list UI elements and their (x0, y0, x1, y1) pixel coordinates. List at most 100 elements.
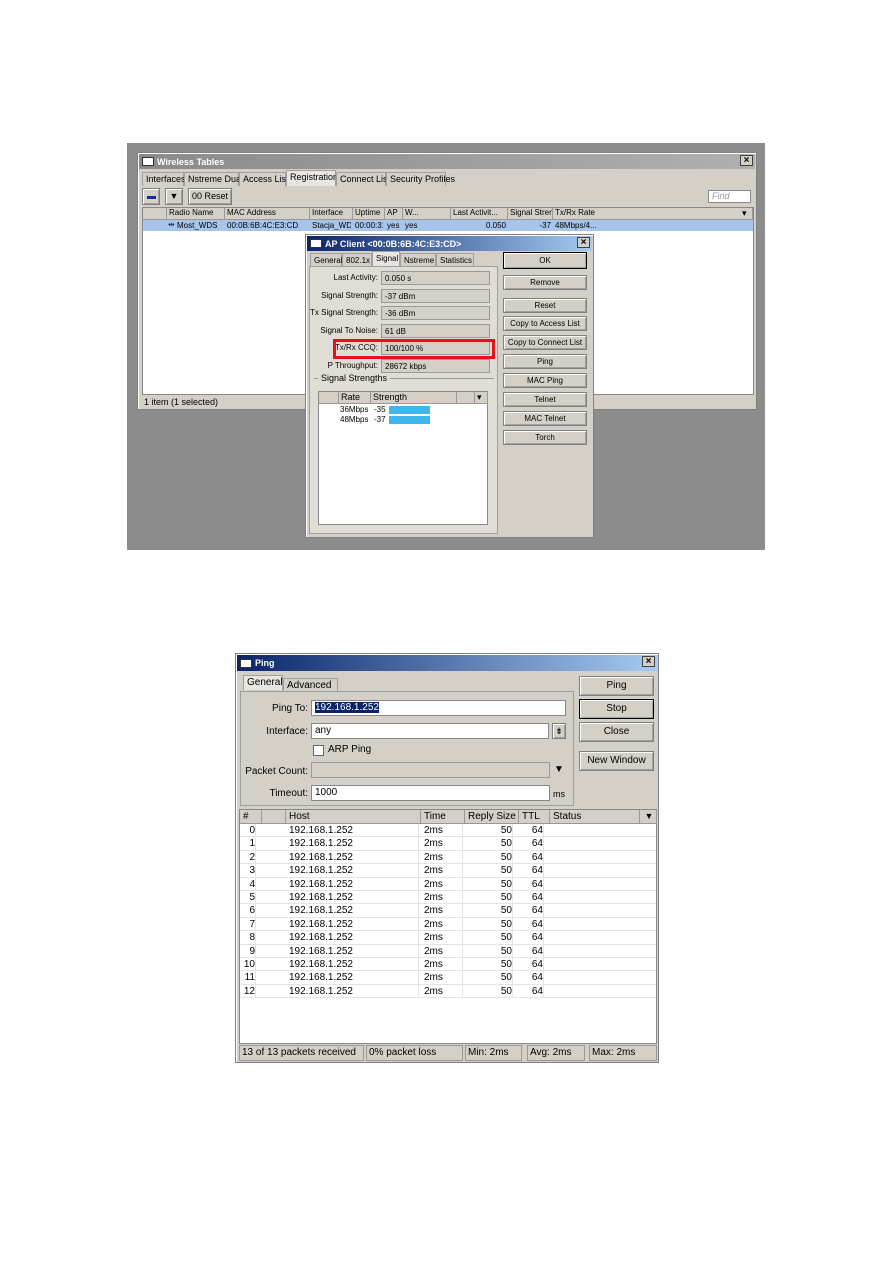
table-cell: 50 (468, 837, 513, 851)
tab-statistics[interactable]: Statistics (436, 253, 474, 267)
close-button[interactable]: × (642, 656, 655, 667)
column-menu[interactable]: ▾ (740, 208, 753, 220)
mac-telnet-button[interactable]: MAC Telnet (503, 411, 587, 426)
column-header[interactable]: Interface (310, 208, 353, 220)
table-row[interactable]: 0 192.168.1.252 2ms 50 64 (240, 824, 656, 838)
table-row[interactable]: 6 192.168.1.252 2ms 50 64 (240, 904, 656, 918)
table-cell: 50 (468, 917, 513, 931)
find-input[interactable]: Find (708, 190, 751, 203)
copy-to-connect-list-button[interactable]: Copy to Connect List (503, 335, 587, 350)
tab-general[interactable]: General (243, 675, 283, 690)
ping-results-table: # Host Time Reply Size TTL Status ▼ 0 192.168.1… (239, 809, 657, 1044)
table-cell: 50 (468, 891, 513, 904)
column-header[interactable]: Host (286, 810, 421, 824)
table-cell: 64 (522, 824, 544, 837)
column-header[interactable]: MAC Address (225, 208, 310, 220)
column-header[interactable]: Uptime (353, 208, 385, 220)
table-cell: 1 (243, 837, 256, 851)
packet-count-dropdown-icon[interactable]: ▼ (554, 764, 564, 775)
column-header[interactable]: Status (550, 810, 640, 824)
tab-access-list[interactable]: Access List (239, 172, 289, 186)
column-menu[interactable]: ▼ (640, 810, 657, 824)
table-row[interactable]: 4 192.168.1.252 2ms 50 64 (240, 877, 656, 891)
copy-to-access-list-button[interactable]: Copy to Access List (503, 316, 587, 331)
field-value: -36 dBm (381, 306, 490, 321)
new-window-button[interactable]: New Window (579, 751, 654, 771)
packet-count-input[interactable] (311, 762, 550, 778)
tab-nstreme-dual[interactable]: Nstreme Dual (184, 172, 243, 186)
table-row[interactable]: 11 192.168.1.252 2ms 50 64 (240, 971, 656, 985)
remove-button[interactable] (142, 188, 160, 205)
tab-signal[interactable]: Signal (372, 251, 400, 267)
field-label: Signal Strength: (321, 290, 378, 300)
table-cell: 192.168.1.252 (289, 824, 419, 837)
tab-general[interactable]: General (310, 253, 342, 267)
interface-select[interactable]: any (311, 723, 549, 739)
arp-ping-checkbox[interactable] (313, 745, 324, 756)
tab-nstreme[interactable]: Nstreme (400, 253, 436, 267)
title-bar[interactable]: Wireless Tables (139, 154, 755, 169)
column-header[interactable]: Radio Name (167, 208, 225, 220)
column-header[interactable]: TTL (519, 810, 550, 824)
tab-802-1x[interactable]: 802.1x (342, 253, 372, 267)
tab-connect-list[interactable]: Connect List (336, 172, 390, 186)
table-cell: 50 (468, 931, 513, 945)
reset-button[interactable]: Reset (503, 298, 587, 313)
column-header[interactable] (457, 392, 475, 404)
ping-button[interactable]: Ping (579, 676, 654, 696)
ping-to-input[interactable]: 192.168.1.252 (311, 700, 566, 716)
title-bar[interactable]: AP Client <00:0B:6B:4C:E3:CD> (307, 236, 592, 251)
table-row[interactable]: 3 192.168.1.252 2ms 50 64 (240, 864, 656, 878)
telnet-button[interactable]: Telnet (503, 392, 587, 407)
table-cell: 192.168.1.252 (289, 971, 419, 985)
column-header[interactable]: AP (385, 208, 403, 220)
stop-button[interactable]: Stop (579, 699, 654, 719)
column-menu[interactable]: ▾ (475, 392, 488, 404)
table-cell: 64 (522, 877, 544, 891)
column-header[interactable]: Tx/Rx Rate (553, 208, 743, 220)
title-bar[interactable]: Ping (237, 655, 657, 671)
table-row[interactable]: Most_WDS 00:0B:6B:4C:E3:CD Stacja_WDS 00:00… (143, 220, 753, 231)
filter-button[interactable]: ▼ (165, 188, 183, 205)
table-row[interactable]: 9 192.168.1.252 2ms 50 64 (240, 944, 656, 958)
column-header-strength[interactable]: Strength (371, 392, 457, 404)
table-row[interactable]: 8 192.168.1.252 2ms 50 64 (240, 931, 656, 945)
tab-registration[interactable]: Registration (286, 170, 338, 186)
interface-dropdown-button[interactable]: ⇟ (552, 723, 566, 739)
table-row[interactable]: 5 192.168.1.252 2ms 50 64 (240, 891, 656, 905)
column-header[interactable] (262, 810, 286, 824)
column-header[interactable]: W... (403, 208, 451, 220)
table-cell: 11 (244, 971, 256, 985)
column-header[interactable] (319, 392, 339, 404)
column-header[interactable]: Time (421, 810, 465, 824)
table-row[interactable]: 1 192.168.1.252 2ms 50 64 (240, 837, 656, 851)
table-row[interactable]: 12 192.168.1.252 2ms 50 64 (240, 984, 656, 999)
tab-interfaces[interactable]: Interfaces (142, 172, 186, 186)
ok-button[interactable]: OK (503, 252, 587, 269)
reset-button[interactable]: 00 Reset (188, 188, 232, 205)
table-cell: 64 (522, 917, 544, 931)
column-header[interactable]: Signal Strengt... (508, 208, 553, 220)
ping-button[interactable]: Ping (503, 354, 587, 369)
close-button[interactable]: × (577, 237, 590, 248)
column-header[interactable] (143, 208, 167, 220)
table-cell: 50 (468, 850, 513, 864)
table-cell: 192.168.1.252 (289, 904, 419, 918)
mac-ping-button[interactable]: MAC Ping (503, 373, 587, 388)
column-header[interactable]: # (240, 810, 262, 824)
table-row[interactable]: 7 192.168.1.252 2ms 50 64 (240, 917, 656, 932)
remove-button[interactable]: Remove (503, 275, 587, 290)
table-cell: 64 (522, 958, 544, 971)
close-button[interactable]: Close (579, 722, 654, 742)
table-row[interactable]: 2 192.168.1.252 2ms 50 64 (240, 850, 656, 865)
close-button[interactable]: × (740, 155, 753, 166)
tab-security-profiles[interactable]: Security Profiles (386, 172, 455, 186)
tab-advanced[interactable]: Advanced (283, 678, 338, 692)
column-header-rate[interactable]: Rate (339, 392, 371, 404)
torch-button[interactable]: Torch (503, 430, 587, 445)
table-cell: yes (387, 221, 400, 230)
column-header[interactable]: Last Activit... (451, 208, 508, 220)
column-header[interactable]: Reply Size (465, 810, 519, 824)
timeout-input[interactable]: 1000 (311, 785, 550, 801)
table-row[interactable]: 10 192.168.1.252 2ms 50 64 (240, 958, 656, 972)
